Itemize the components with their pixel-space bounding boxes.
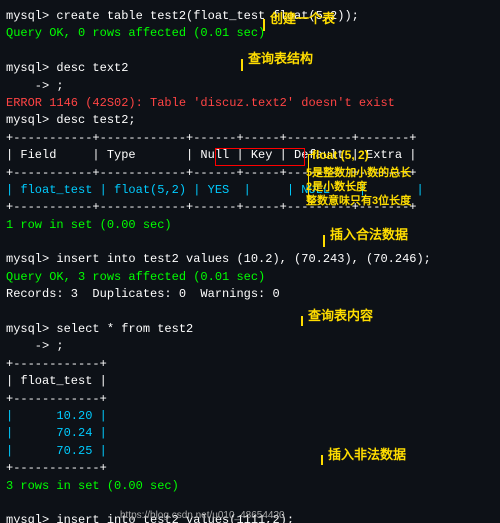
sel-row-2: | 70.24 | xyxy=(6,425,494,442)
bracket-top xyxy=(309,154,315,155)
sel-row-1: | 10.20 | xyxy=(6,408,494,425)
arrow-select xyxy=(301,316,303,326)
bracket-line xyxy=(308,154,309,202)
line-6: ERROR 1146 (42S02): Table 'discuz.text2'… xyxy=(6,95,494,112)
table-border-1: +-----------+------------+------+-----+-… xyxy=(6,130,494,147)
arrow-create xyxy=(263,19,265,31)
line-records: Records: 3 Duplicates: 0 Warnings: 0 xyxy=(6,286,494,303)
line-insert1: mysql> insert into test2 values (10.2), … xyxy=(6,251,494,268)
line-7: mysql> desc test2; xyxy=(6,112,494,129)
annotation-insert: 插入合法数据 xyxy=(330,224,408,243)
sel-border-2: +------------+ xyxy=(6,391,494,408)
annotation-select: 查询表内容 xyxy=(308,305,373,324)
annotation-int: 整数意味只有3位长度 xyxy=(306,192,411,208)
line-blank3 xyxy=(6,304,494,321)
line-rowcount: 1 row in set (0.00 sec) xyxy=(6,217,494,234)
sel-rowcount: 3 rows in set (0.00 sec) xyxy=(6,478,494,495)
line-select-cont: -> ; xyxy=(6,338,494,355)
sel-border-1: +------------+ xyxy=(6,356,494,373)
float-highlight-box xyxy=(215,148,305,166)
annotation-desc-table: 查询表结构 xyxy=(248,48,313,67)
table-border-3: +-----------+------------+------+-----+-… xyxy=(6,199,494,216)
terminal: mysql> create table test2(float_test flo… xyxy=(0,0,500,523)
line-5: -> ; xyxy=(6,78,494,95)
line-select: mysql> select * from test2 xyxy=(6,321,494,338)
bracket-bottom xyxy=(309,202,315,203)
watermark: https://blog.csdn.net/u010_48654420 xyxy=(120,510,285,521)
annotation-create-table: 创建一个表 xyxy=(270,8,335,27)
arrow-desc xyxy=(241,59,243,71)
table-row-1: | float_test | float(5,2) | YES | | NULL… xyxy=(6,182,494,199)
sel-border-3: +------------+ xyxy=(6,460,494,477)
arrow-illegal xyxy=(321,455,323,465)
sel-row-3: | 70.25 | xyxy=(6,443,494,460)
annotation-float: float (5, 2) xyxy=(312,148,369,162)
annotation-illegal: 插入非法数据 xyxy=(328,444,406,463)
line-blank2 xyxy=(6,234,494,251)
line-2: Query OK, 0 rows affected (0.01 sec) xyxy=(6,25,494,42)
line-insert1-ok: Query OK, 3 rows affected (0.01 sec) xyxy=(6,269,494,286)
arrow-insert xyxy=(323,235,325,247)
sel-header: | float_test | xyxy=(6,373,494,390)
table-border-2: +-----------+------------+------+-----+-… xyxy=(6,165,494,182)
line-1: mysql> create table test2(float_test flo… xyxy=(6,8,494,25)
